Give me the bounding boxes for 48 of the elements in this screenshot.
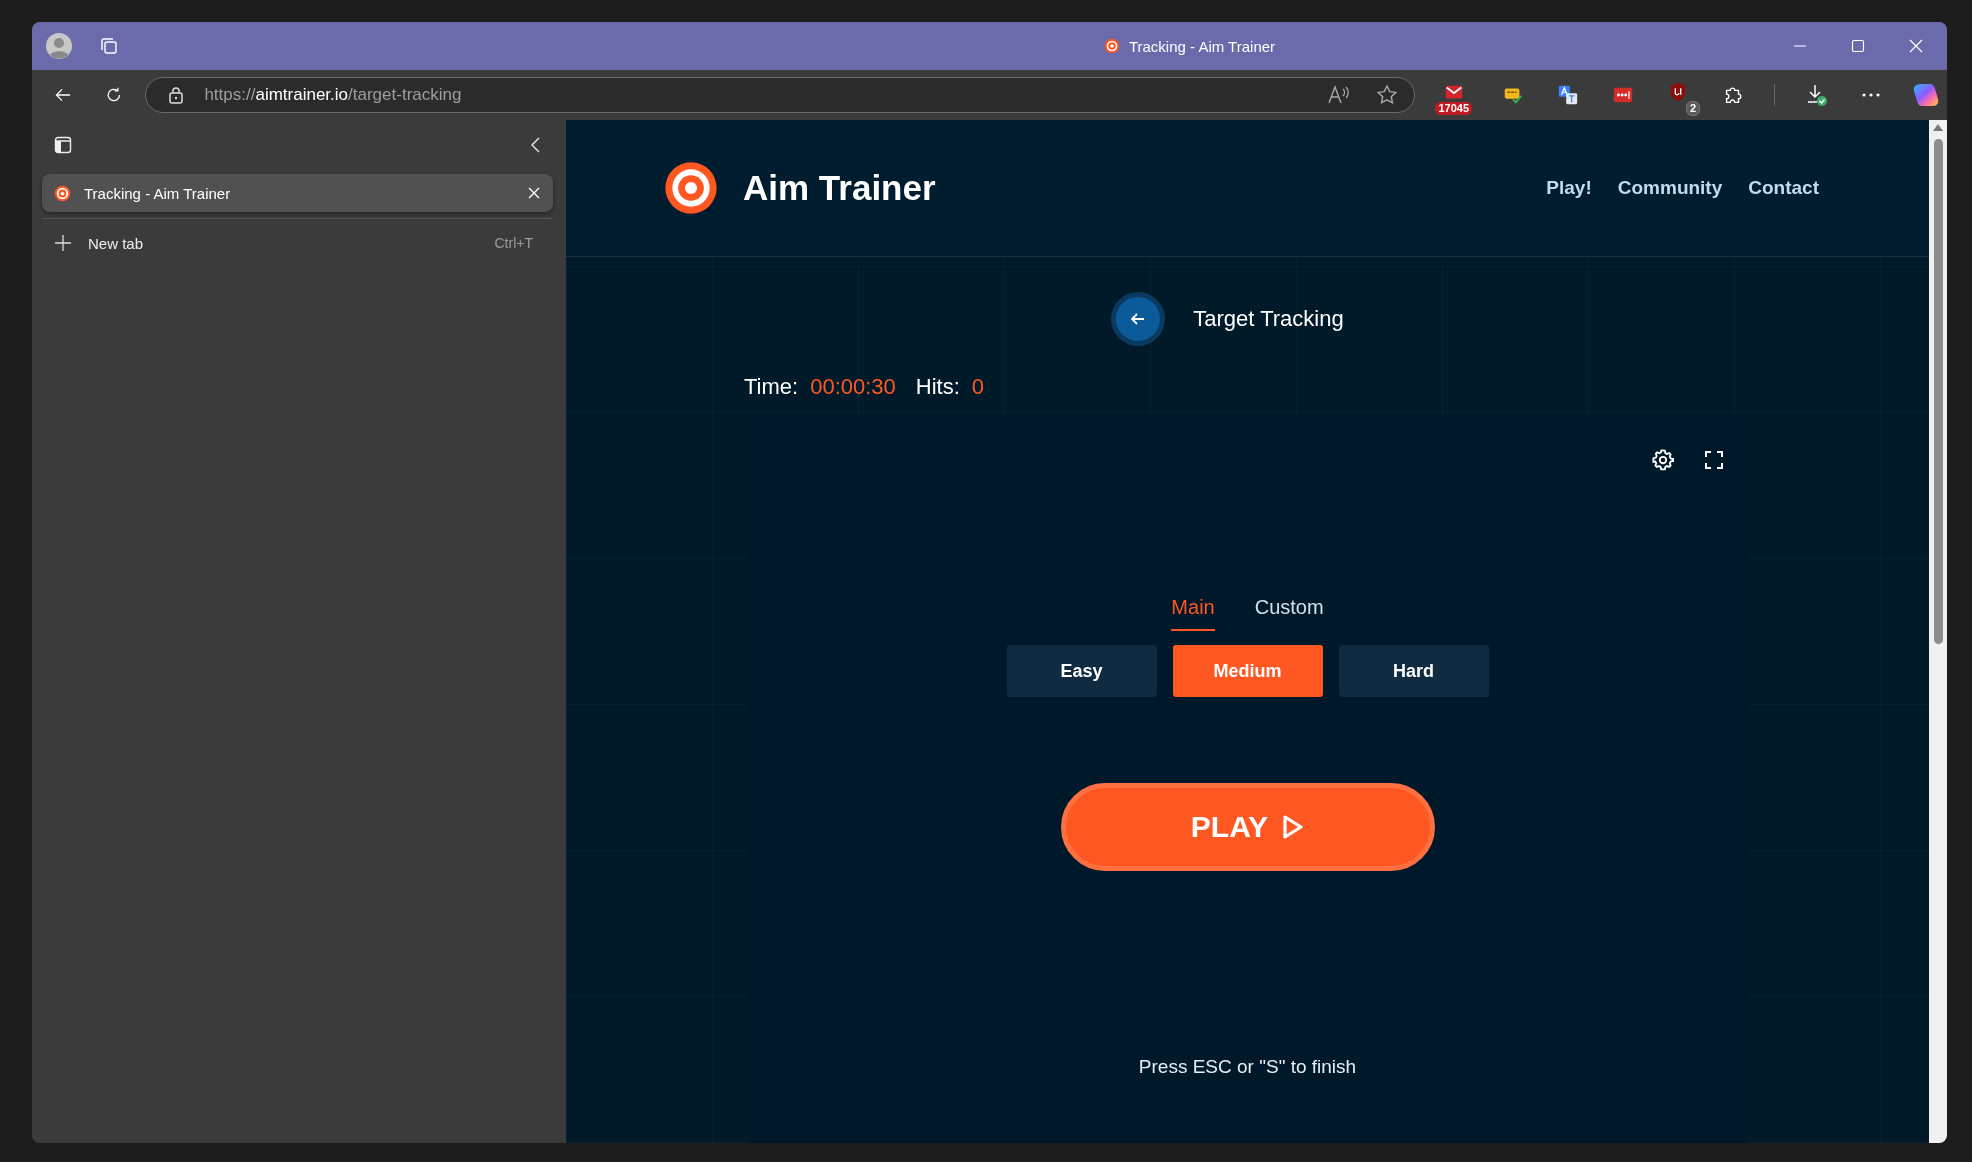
- target-favicon-icon: [54, 184, 71, 202]
- stat-label: Hits:: [915, 374, 960, 400]
- site-logo-text[interactable]: Aim Trainer: [743, 168, 936, 208]
- stat-label: Time:: [744, 374, 799, 400]
- extension-badge: 17045: [1435, 101, 1472, 115]
- difficulty-button[interactable]: Easy: [1006, 645, 1157, 697]
- colorful-assistant-icon[interactable]: [1913, 82, 1939, 108]
- tab-panel-icon[interactable]: [54, 136, 72, 154]
- tab-title: Tracking - Aim Trainer: [84, 184, 232, 202]
- game-title: Target Tracking: [1193, 306, 1344, 332]
- target-logo-icon[interactable]: [663, 160, 719, 216]
- maximize-icon[interactable]: [1851, 39, 1865, 53]
- instruction-text: Press ESC or "S" to finish: [1138, 1056, 1357, 1078]
- stat-value: 00:00:30: [810, 374, 896, 400]
- lock-icon: [168, 86, 185, 104]
- address-bar[interactable]: https://aimtrainer.io/target-tracking: [145, 77, 1416, 113]
- scrollbar[interactable]: [1929, 120, 1947, 1143]
- extension-badge: 2: [1685, 100, 1700, 116]
- plus-icon: [54, 234, 72, 252]
- shortcut-hint: Ctrl+T: [494, 235, 533, 251]
- favorite-star-icon[interactable]: [1376, 84, 1399, 106]
- play-triangle-icon: [1282, 814, 1305, 840]
- left-arrow-icon: [1130, 311, 1147, 327]
- difficulty-button[interactable]: Hard: [1338, 645, 1489, 697]
- nav-link[interactable]: Play!: [1546, 177, 1592, 199]
- scrollbar-thumb[interactable]: [1933, 139, 1943, 644]
- url-text: https://aimtrainer.io/target-tracking: [204, 85, 462, 105]
- collapse-chevron-icon[interactable]: [529, 136, 541, 154]
- stat-value: 0: [971, 374, 985, 400]
- back-button[interactable]: [1111, 292, 1166, 346]
- scroll-up-arrow-icon[interactable]: [1933, 124, 1943, 131]
- browser-tab[interactable]: Tracking - Aim Trainer: [42, 174, 553, 212]
- close-icon[interactable]: [527, 186, 541, 200]
- read-aloud-icon[interactable]: [1328, 85, 1351, 105]
- close-icon[interactable]: [1909, 39, 1923, 53]
- settings-icon[interactable]: [1652, 449, 1674, 471]
- target-favicon-icon: [1103, 38, 1120, 54]
- fullscreen-icon[interactable]: [1704, 450, 1724, 470]
- new-tab-button[interactable]: New tab Ctrl+T: [42, 223, 553, 263]
- mode-tab[interactable]: Main: [1171, 596, 1215, 631]
- translate-icon[interactable]: [1557, 84, 1579, 106]
- window-title: Tracking - Aim Trainer: [1128, 37, 1276, 55]
- mode-tab[interactable]: Custom: [1254, 596, 1324, 631]
- nav-link[interactable]: Community: [1617, 177, 1723, 199]
- workspaces-icon[interactable]: [98, 35, 120, 57]
- download-icon[interactable]: [1805, 83, 1829, 107]
- profile-avatar-icon[interactable]: [46, 33, 72, 59]
- nav-link[interactable]: Contact: [1748, 177, 1819, 199]
